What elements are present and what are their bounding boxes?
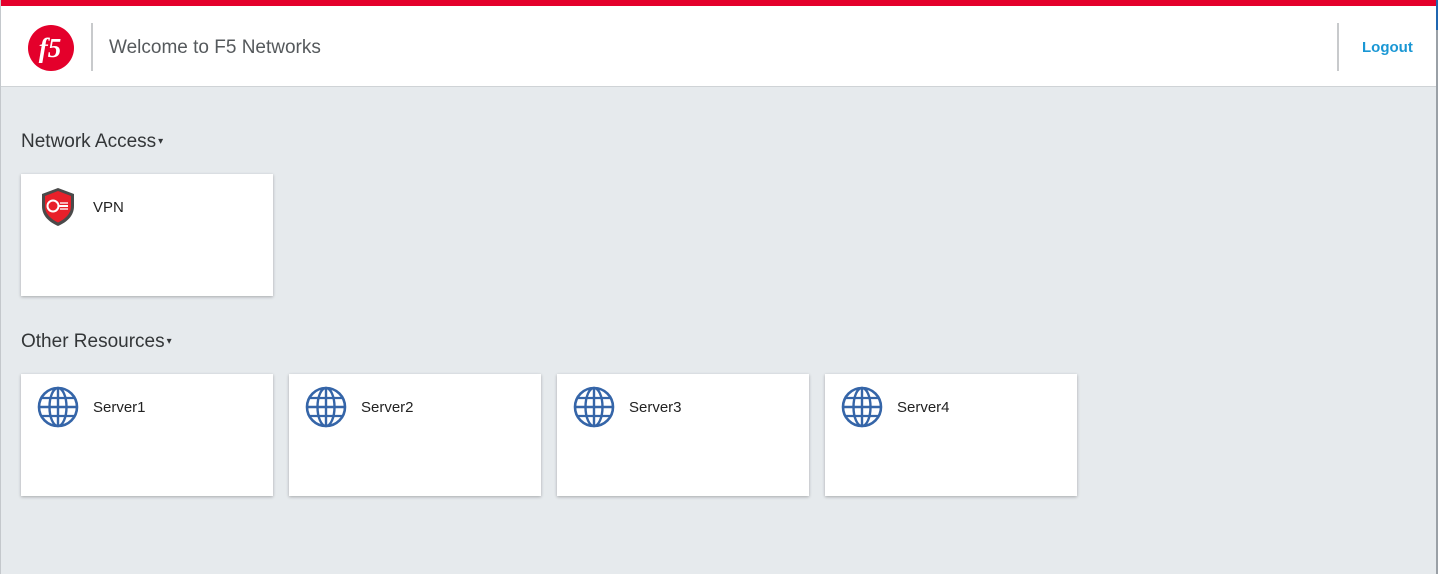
tile-label: Server3: [629, 399, 682, 416]
tile-label: Server1: [93, 399, 146, 416]
section-title-label: Other Resources: [21, 331, 165, 352]
resource-tile-server4[interactable]: Server4: [825, 374, 1077, 496]
resource-tile-server2[interactable]: Server2: [289, 374, 541, 496]
header-divider: [91, 23, 93, 71]
tile-label: Server2: [361, 399, 414, 416]
globe-icon: [573, 386, 615, 428]
section-title-label: Network Access: [21, 131, 157, 152]
caret-down-icon: ▾: [158, 136, 164, 147]
resource-tile-server1[interactable]: Server1: [21, 374, 273, 496]
resource-tile-vpn[interactable]: VPN: [21, 174, 273, 296]
section-network-access-toggle[interactable]: Network Access ▾: [21, 131, 163, 153]
tile-label: Server4: [897, 399, 950, 416]
header-divider-right: [1337, 23, 1339, 71]
logout-link[interactable]: Logout: [1362, 39, 1413, 56]
resource-tile-server3[interactable]: Server3: [557, 374, 809, 496]
globe-icon: [841, 386, 883, 428]
section-other-resources-toggle[interactable]: Other Resources ▾: [21, 331, 172, 353]
caret-down-icon: ▾: [166, 336, 172, 347]
globe-icon: [37, 386, 79, 428]
f5-logo-text: f5: [39, 33, 62, 63]
f5-logo: f5: [28, 25, 74, 71]
page-frame: f5 Welcome to F5 Networks Logout Network…: [0, 0, 1438, 574]
globe-icon: [305, 386, 347, 428]
welcome-title: Welcome to F5 Networks: [109, 37, 321, 58]
header: f5 Welcome to F5 Networks Logout: [1, 6, 1436, 87]
tile-label: VPN: [93, 199, 124, 216]
vpn-shield-icon: [42, 188, 74, 226]
